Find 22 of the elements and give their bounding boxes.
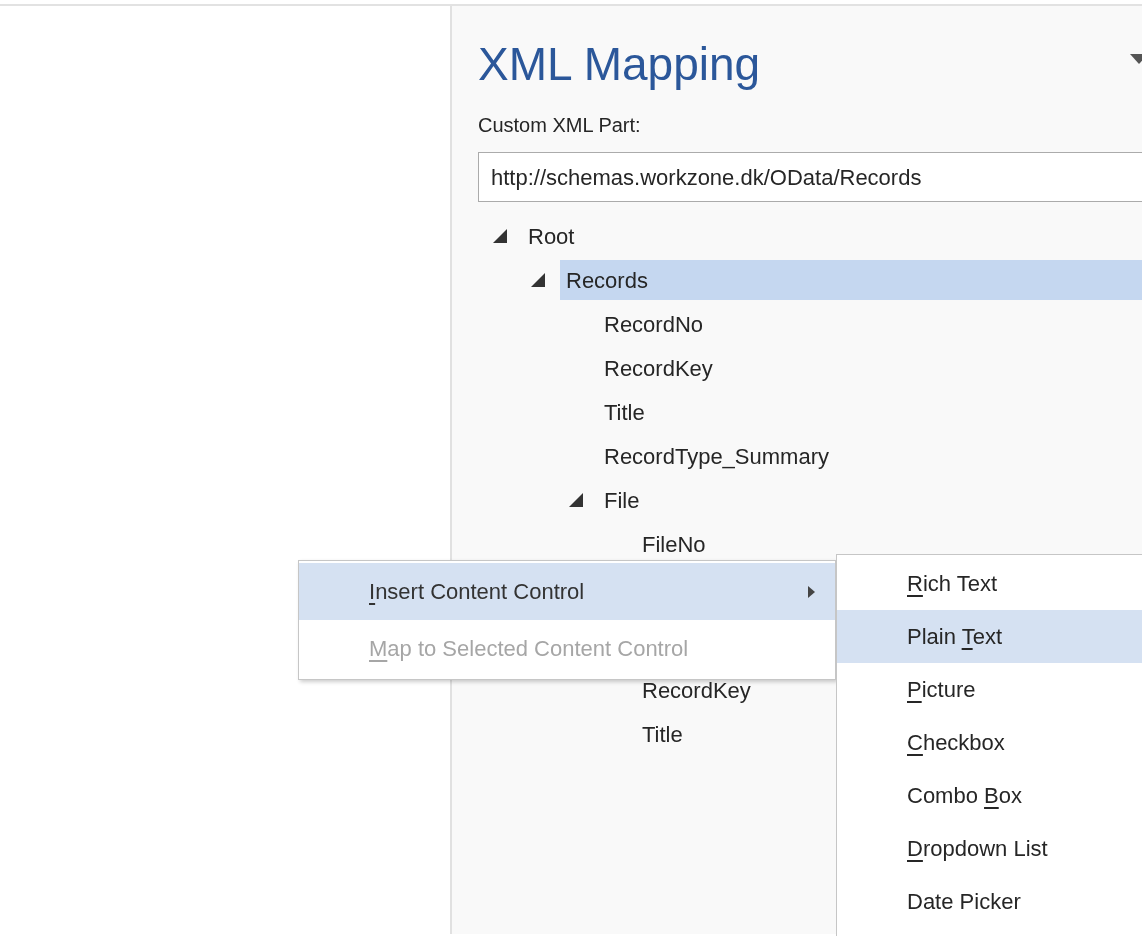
custom-xml-part-field[interactable]: http://schemas.workzone.dk/OData/Records [478,152,1142,202]
pane-title: XML Mapping [478,37,761,92]
tree-item[interactable]: Records [560,260,1142,300]
tree-item[interactable]: RecordNo [598,304,710,344]
expanded-triangle-icon[interactable] [530,272,546,288]
tree-item[interactable]: Title [636,714,689,754]
expanded-triangle-icon[interactable] [568,492,584,508]
field-label: Custom XML Part: [478,114,641,136]
expanded-triangle-icon[interactable] [492,228,508,244]
submenu-item[interactable]: Rich Text [907,567,998,600]
submenu-item[interactable]: Combo Box [907,779,1022,812]
tree-item[interactable]: RecordKey [598,348,719,388]
submenu-item[interactable]: Plain Text [907,620,1002,653]
tree-item[interactable]: File [598,480,646,520]
tree-item[interactable]: FileNo [636,524,712,564]
submenu-item[interactable]: Date Picker [907,885,1021,918]
submenu-item[interactable]: Picture [907,673,976,706]
submenu-item[interactable]: Checkbox [907,726,1005,759]
tree-item[interactable]: RecordType_Summary [598,436,835,476]
tree-item[interactable]: Title [598,392,651,432]
tree-item[interactable]: Root [522,216,581,256]
submenu-item[interactable]: Dropdown List [907,832,1048,865]
